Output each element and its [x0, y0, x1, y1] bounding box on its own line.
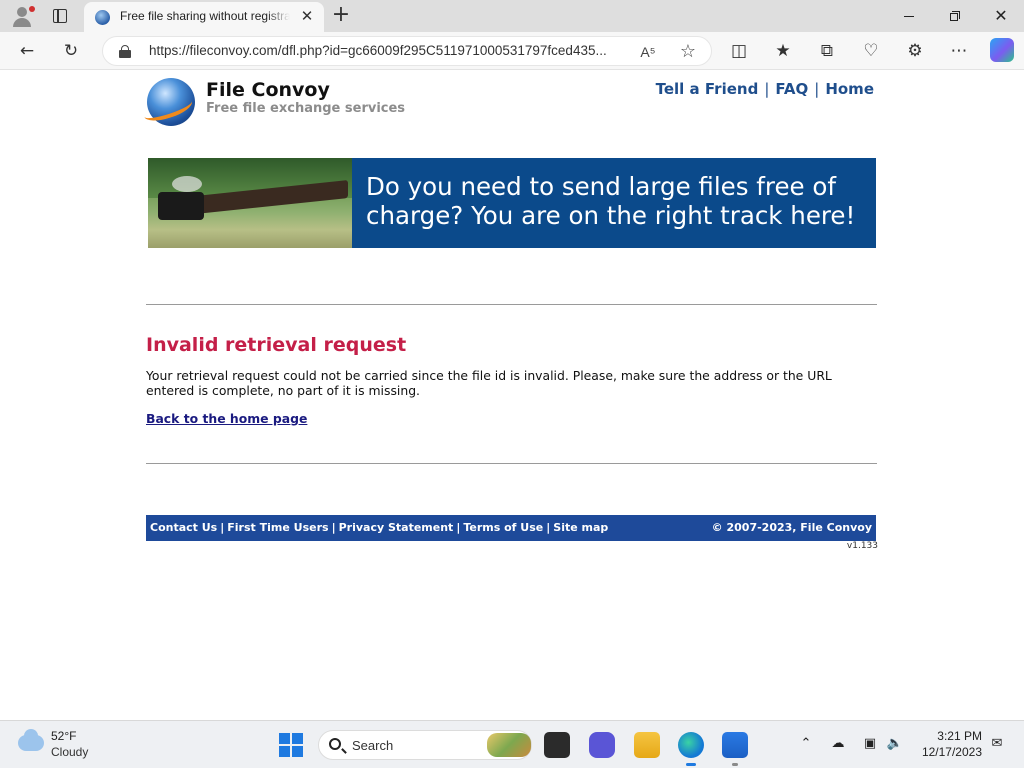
lock-icon[interactable] — [119, 45, 131, 58]
search-highlight-image — [487, 733, 531, 757]
task-view-icon[interactable] — [544, 732, 570, 758]
favorites-icon[interactable]: ★ — [772, 40, 794, 62]
weather-temperature[interactable]: 52°F — [51, 729, 76, 743]
promo-banner: Do you need to send large files free of … — [148, 158, 876, 248]
footer-separator: | — [546, 521, 551, 534]
footer-links: Contact Us | First Time Users | Privacy Stat… — [150, 521, 608, 534]
edge-browser-icon[interactable] — [678, 732, 704, 766]
tab-title: Free file sharing without registration — [120, 9, 290, 23]
volume-muted-icon[interactable]: 🔈 — [886, 735, 904, 753]
divider-top — [146, 304, 877, 305]
window-close-icon[interactable]: ✕ — [990, 5, 1012, 27]
footer-link-terms-of-use[interactable]: Terms of Use — [463, 521, 543, 534]
split-screen-icon[interactable]: ◫ — [728, 40, 750, 62]
browser-essentials-icon[interactable]: ♡ — [860, 40, 882, 62]
divider-bottom — [146, 463, 877, 464]
address-bar[interactable]: https://fileconvoy.com/dfl.php?id=gc6600… — [102, 36, 712, 66]
copilot-icon[interactable] — [990, 38, 1014, 62]
page-footer: Contact Us | First Time Users | Privacy Stat… — [146, 515, 876, 541]
nav-separator: | — [764, 80, 770, 98]
browser-tab-active[interactable]: Free file sharing without registration ✕ — [84, 2, 324, 32]
tab-close-icon[interactable]: ✕ — [298, 7, 316, 25]
taskbar-search-box[interactable]: Search — [318, 730, 532, 760]
back-arrow-icon[interactable]: ← — [16, 40, 38, 62]
clock-date[interactable]: 12/17/2023 — [916, 745, 982, 759]
favorite-star-icon[interactable]: ☆ — [677, 41, 699, 63]
footer-link-site-map[interactable]: Site map — [553, 521, 608, 534]
footer-link-privacy-statement[interactable]: Privacy Statement — [339, 521, 454, 534]
notifications-icon[interactable]: ✉ — [988, 735, 1006, 753]
error-title: Invalid retrieval request — [146, 334, 407, 356]
file-explorer-icon[interactable] — [634, 732, 660, 758]
footer-link-contact-us[interactable]: Contact Us — [150, 521, 217, 534]
windows-start-icon[interactable] — [279, 733, 303, 757]
clock-time[interactable]: 3:21 PM — [920, 729, 982, 743]
show-hidden-icons-chevron-icon[interactable]: ⌃ — [797, 735, 815, 753]
site-tagline: Free file exchange services — [206, 101, 406, 116]
copyright-notice: © 2007-2023, File Convoy — [711, 521, 872, 534]
collections-icon[interactable]: ⧉ — [816, 40, 838, 62]
nav-link-tell-a-friend[interactable]: Tell a Friend — [656, 80, 759, 98]
file-convoy-logo-icon[interactable] — [141, 78, 195, 126]
browser-titlebar: Free file sharing without registration ✕… — [0, 0, 1024, 32]
read-aloud-icon[interactable]: A⁵ — [637, 41, 659, 63]
banner-headline: Do you need to send large files free of … — [366, 172, 856, 230]
extensions-icon[interactable]: ⚙ — [904, 40, 926, 62]
error-message: Your retrieval request could not be carr… — [146, 368, 832, 398]
refresh-icon[interactable]: ↻ — [60, 40, 82, 62]
footer-separator: | — [331, 521, 336, 534]
search-icon — [329, 738, 341, 750]
site-name: File Convoy — [206, 79, 330, 101]
search-label: Search — [352, 738, 394, 753]
windows-taskbar: 52°F Cloudy Search ⌃ ☁ ▣ 🔈 3:21 PM 12/17… — [0, 720, 1024, 768]
microsoft-store-icon[interactable] — [722, 732, 748, 766]
nav-link-home[interactable]: Home — [825, 80, 874, 98]
footer-separator: | — [220, 521, 225, 534]
nav-link-faq[interactable]: FAQ — [775, 80, 808, 98]
footer-separator: | — [456, 521, 461, 534]
teams-chat-icon[interactable] — [589, 732, 615, 758]
profile-icon[interactable] — [8, 4, 36, 28]
url-text[interactable]: https://fileconvoy.com/dfl.php?id=gc6600… — [149, 43, 629, 58]
page-viewport: File Convoy Free file exchange services … — [4, 70, 1020, 718]
new-tab-icon[interactable]: + — [330, 4, 352, 26]
cloud-weather-icon[interactable] — [18, 729, 44, 751]
network-icon[interactable]: ▣ — [861, 735, 879, 753]
steam-train-photo — [148, 158, 352, 248]
tab-actions-icon[interactable] — [48, 7, 72, 25]
footer-link-first-time-users[interactable]: First Time Users — [227, 521, 328, 534]
weather-description[interactable]: Cloudy — [51, 745, 88, 759]
globe-favicon-icon — [95, 10, 110, 25]
more-options-icon[interactable]: ⋯ — [948, 40, 970, 62]
window-restore-icon[interactable] — [944, 6, 966, 26]
top-navigation: Tell a Friend | FAQ | Home — [656, 80, 874, 98]
version-label: v1.133 — [846, 541, 878, 551]
onedrive-cloud-icon[interactable]: ☁ — [829, 735, 847, 753]
notification-dot — [29, 6, 35, 12]
browser-toolbar: ← ↻ https://fileconvoy.com/dfl.php?id=gc… — [0, 32, 1024, 70]
back-to-home-link[interactable]: Back to the home page — [146, 411, 307, 426]
window-minimize-icon[interactable] — [898, 6, 920, 26]
nav-separator: | — [814, 80, 820, 98]
